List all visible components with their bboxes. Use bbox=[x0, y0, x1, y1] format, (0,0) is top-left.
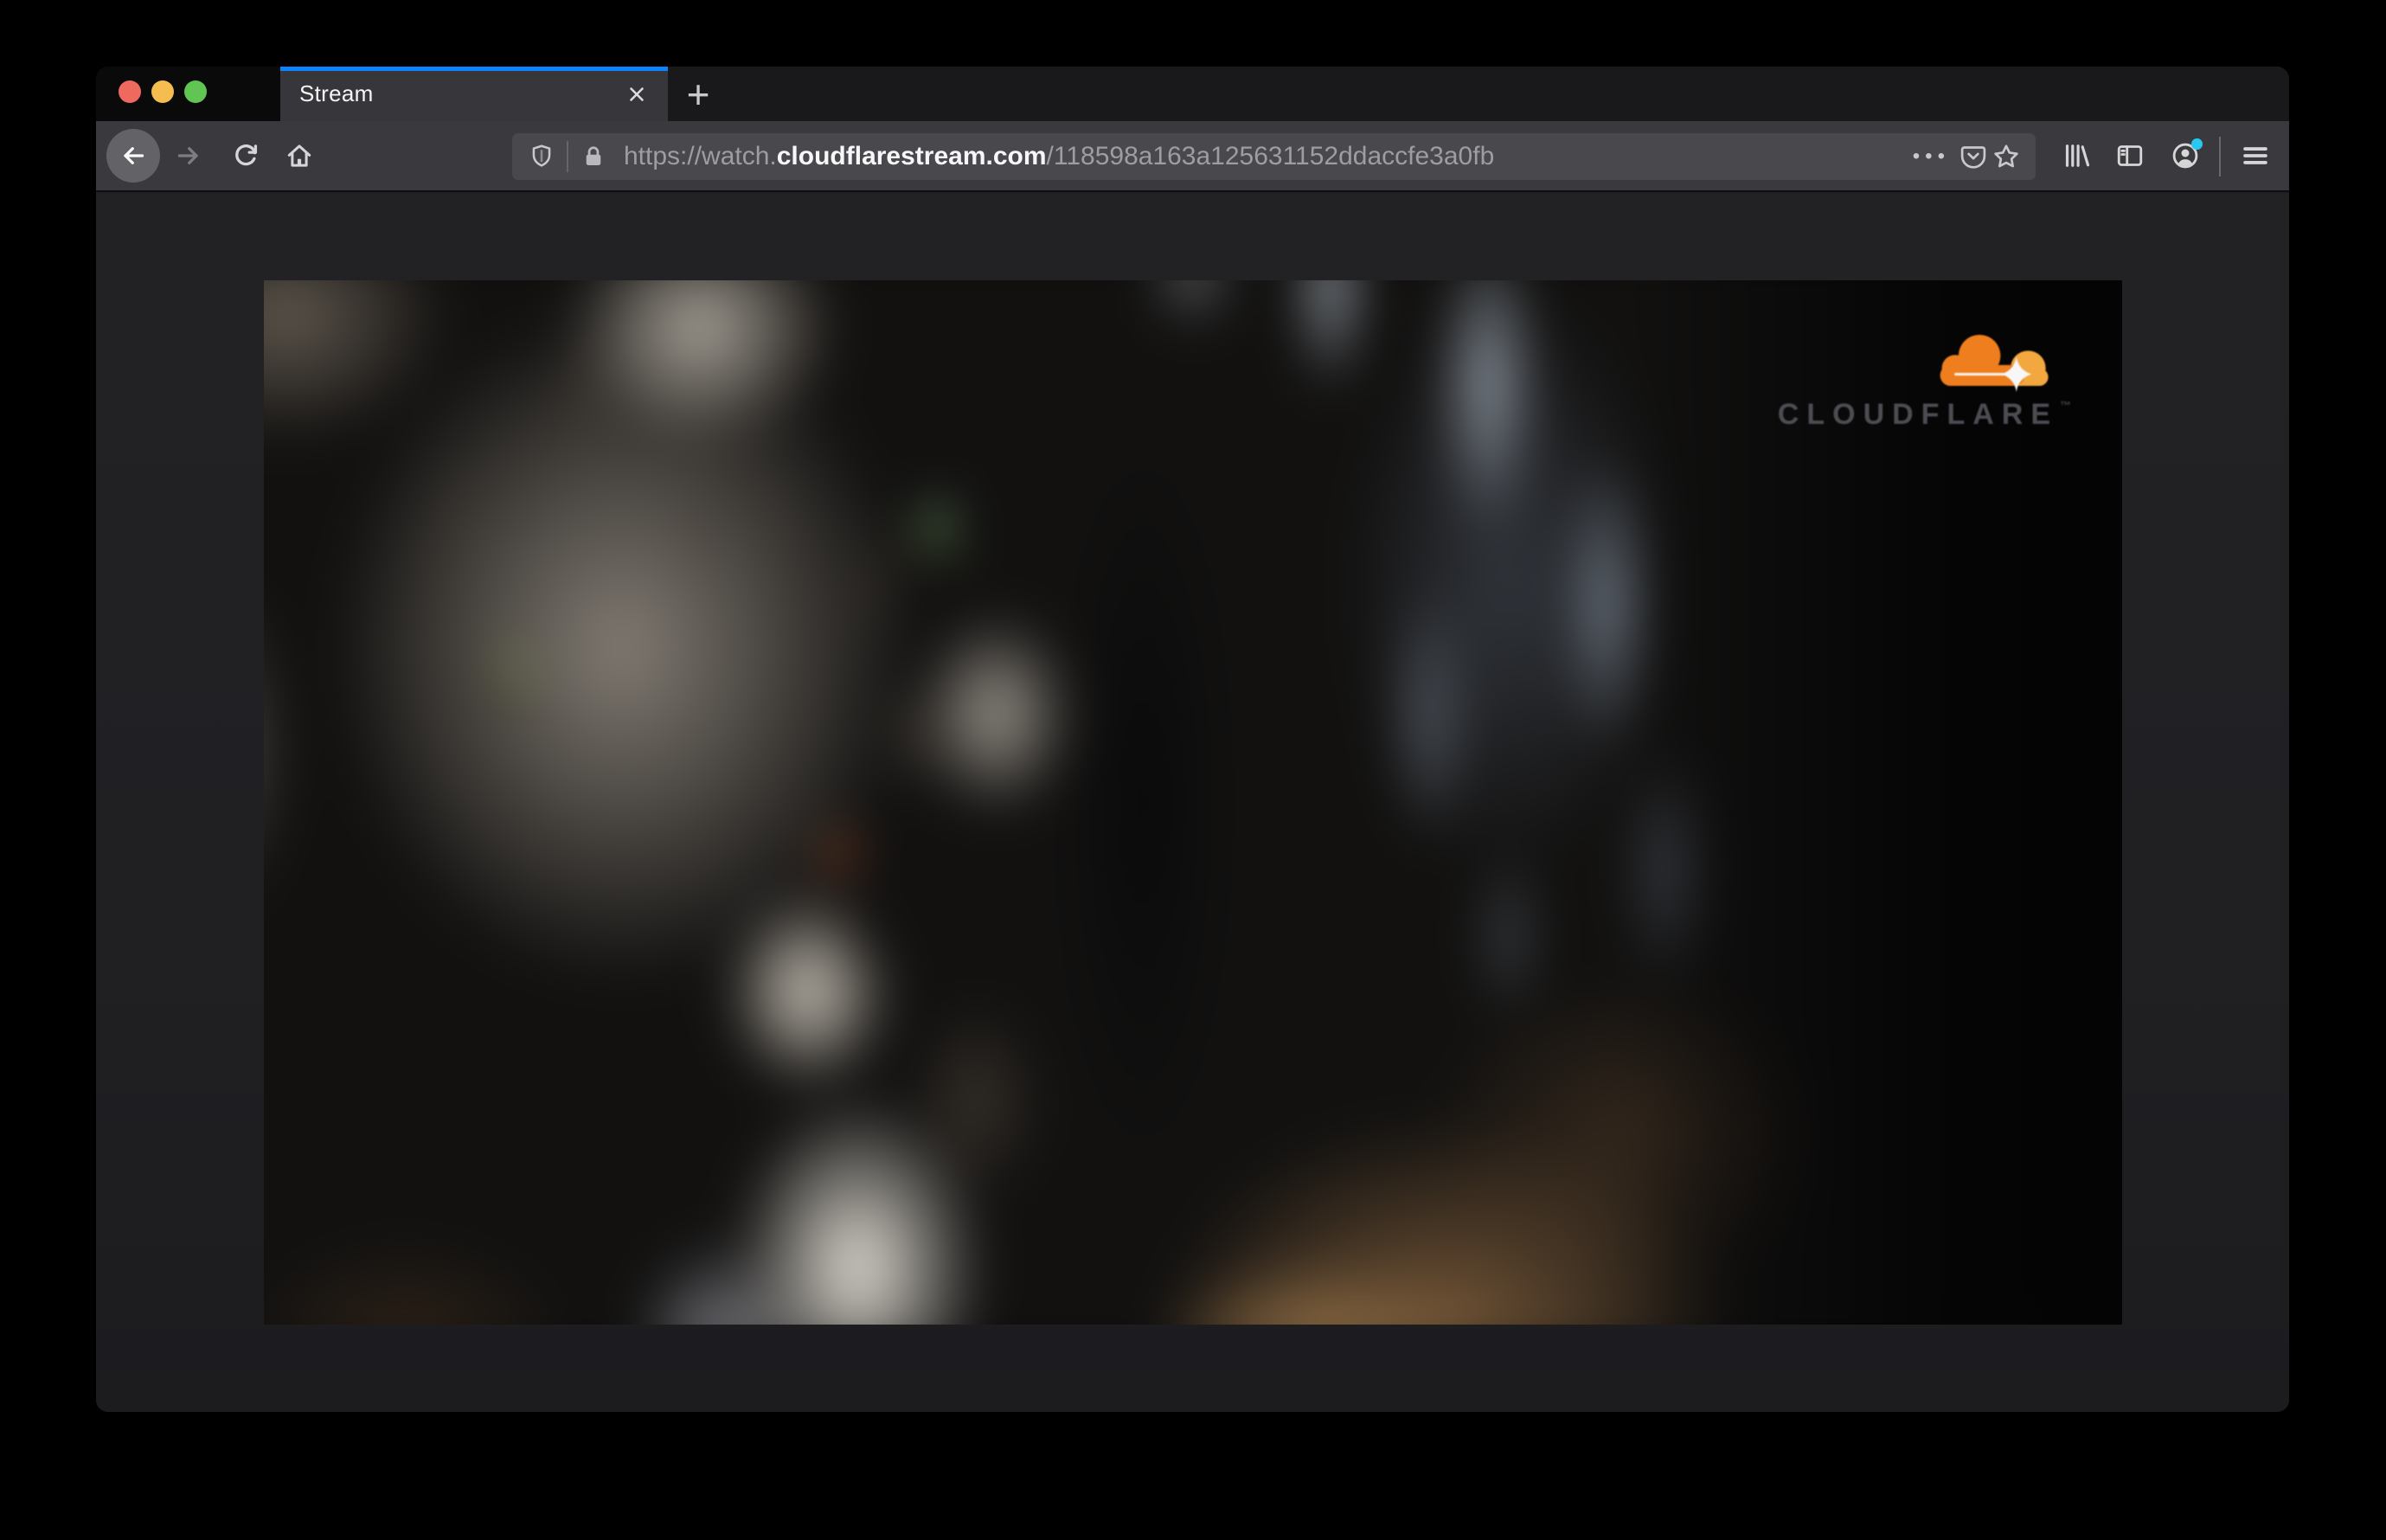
window-zoom-button[interactable] bbox=[184, 80, 207, 103]
url-bar[interactable]: https://watch.cloudflarestream.com/11859… bbox=[511, 132, 2036, 181]
video-player[interactable]: CLOUDFLARE ™ bbox=[264, 280, 2122, 1325]
tab-stream[interactable]: Stream bbox=[280, 67, 668, 121]
cloudflare-logo: CLOUDFLARE ™ bbox=[1778, 326, 2071, 429]
active-tab-indicator bbox=[280, 67, 668, 71]
hamburger-icon bbox=[2239, 139, 2272, 172]
tab-bar: Stream + bbox=[96, 67, 2289, 121]
traffic-lights bbox=[119, 80, 207, 103]
menu-button[interactable] bbox=[2236, 137, 2274, 175]
sidebar-button[interactable] bbox=[2111, 137, 2149, 175]
sidebar-icon bbox=[2114, 140, 2145, 171]
cloudflare-wordmark: CLOUDFLARE bbox=[1777, 398, 2058, 431]
account-notification-dot bbox=[2191, 138, 2203, 150]
cat-video-frame bbox=[264, 280, 2122, 1325]
shield-icon bbox=[528, 143, 555, 170]
pocket-icon bbox=[1959, 142, 1988, 171]
url-prefix: https://watch. bbox=[624, 142, 777, 170]
back-arrow-icon bbox=[118, 140, 149, 171]
trademark-symbol: ™ bbox=[2060, 399, 2071, 412]
page-content: CLOUDFLARE ™ bbox=[96, 194, 2289, 1412]
url-text: https://watch.cloudflarestream.com/11859… bbox=[624, 142, 1906, 171]
desktop-background: Stream + https://watch.cloudflarestream.… bbox=[0, 0, 2386, 1540]
window-close-button[interactable] bbox=[119, 80, 141, 103]
reload-icon bbox=[230, 140, 261, 171]
reload-button[interactable] bbox=[227, 137, 265, 175]
tab-strip-empty-area bbox=[668, 67, 2289, 121]
home-icon bbox=[284, 140, 315, 171]
navigation-toolbar: https://watch.cloudflarestream.com/11859… bbox=[96, 121, 2289, 192]
tracking-protection-button[interactable] bbox=[525, 138, 558, 176]
library-button[interactable] bbox=[2057, 137, 2095, 175]
close-icon bbox=[625, 83, 648, 106]
window-minimize-button[interactable] bbox=[151, 80, 174, 103]
urlbar-separator bbox=[567, 141, 568, 172]
cloudflare-logo-text: CLOUDFLARE ™ bbox=[1778, 400, 2071, 429]
star-icon bbox=[1992, 142, 2021, 171]
cloudflare-cloud-icon bbox=[1929, 326, 2063, 394]
home-button[interactable] bbox=[280, 137, 318, 175]
url-path: /118598a163a125631152ddaccfe3a0fb bbox=[1046, 142, 1495, 170]
url-domain: cloudflarestream.com bbox=[776, 142, 1047, 170]
browser-window: Stream + https://watch.cloudflarestream.… bbox=[96, 67, 2289, 1412]
forward-button[interactable] bbox=[170, 137, 208, 175]
page-actions-button[interactable]: ••• bbox=[1906, 144, 1957, 169]
tab-title: Stream bbox=[299, 80, 374, 106]
bookmark-star-button[interactable] bbox=[1990, 138, 2023, 176]
back-button[interactable] bbox=[106, 129, 160, 183]
tab-close-button[interactable] bbox=[618, 75, 656, 113]
connection-secure-button[interactable] bbox=[577, 138, 610, 176]
toolbar-separator bbox=[2219, 137, 2221, 176]
lock-icon bbox=[580, 143, 607, 170]
pocket-button[interactable] bbox=[1957, 138, 1990, 176]
library-icon bbox=[2061, 140, 2092, 171]
plus-icon: + bbox=[686, 72, 710, 117]
forward-arrow-icon bbox=[173, 140, 204, 171]
new-tab-button[interactable]: + bbox=[677, 74, 719, 115]
account-button[interactable] bbox=[2166, 137, 2204, 175]
